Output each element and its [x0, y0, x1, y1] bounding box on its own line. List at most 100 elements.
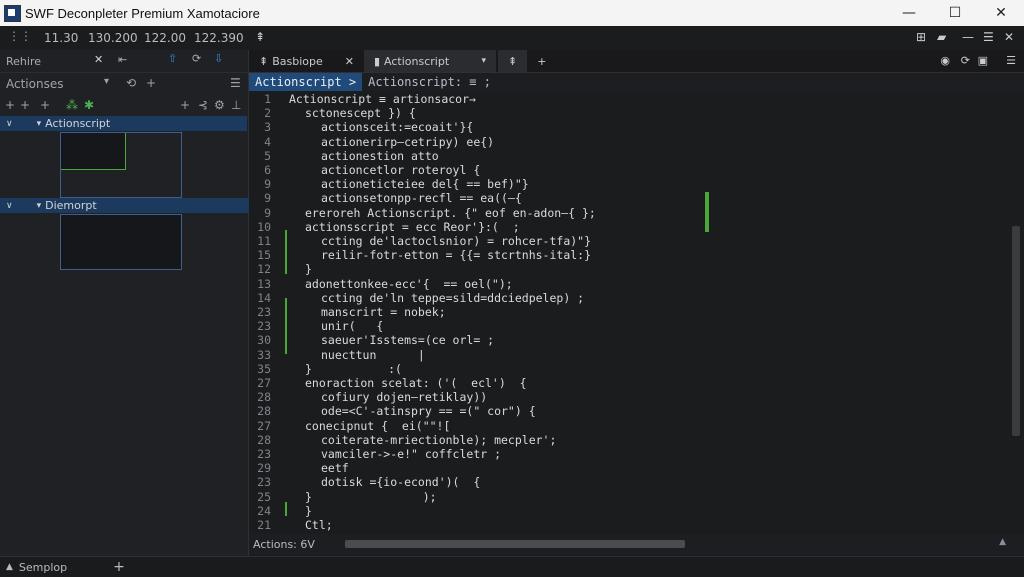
- menu-icon[interactable]: ☰: [1006, 54, 1016, 67]
- breadcrumb-item-actionscript[interactable]: Actionscript >: [249, 73, 363, 91]
- code-line[interactable]: nuecttun |: [321, 348, 425, 362]
- code-line[interactable]: ode=<C'-atinspry == =(" cor") {: [321, 404, 536, 418]
- code-line[interactable]: actionerirp—cetripy) ee{): [321, 135, 494, 149]
- split-icon[interactable]: ⊰: [198, 98, 208, 112]
- code-line[interactable]: ccting de'ln teppe=sild=ddciedpelep) ;: [321, 291, 584, 305]
- grid-icon[interactable]: ⋮⋮: [8, 29, 32, 43]
- save-icon[interactable]: ▣: [978, 54, 988, 67]
- close-icon[interactable]: ✕: [94, 53, 103, 66]
- list-icon[interactable]: ☰: [230, 76, 241, 90]
- download-icon[interactable]: ⇩: [214, 52, 223, 65]
- code-line[interactable]: }: [305, 262, 312, 276]
- tree-item-diemorpt[interactable]: ∨ ▾ Diemorpt: [0, 198, 253, 213]
- tree-item-actionscript[interactable]: ∨ ▾ Actionscript: [0, 116, 247, 131]
- code-line[interactable]: }: [305, 504, 312, 518]
- vertical-scrollbar[interactable]: [1012, 226, 1020, 436]
- trash-icon[interactable]: ⊥: [231, 98, 241, 112]
- line-number: 3: [264, 120, 271, 135]
- maximize-button[interactable]: ☐: [932, 0, 978, 26]
- code-line[interactable]: actionsscript = ecc Reor'}:( ;: [305, 220, 520, 234]
- resize-icon[interactable]: ▲: [999, 537, 1006, 547]
- menu-icon[interactable]: ☰: [983, 30, 994, 44]
- line-number: 15: [257, 248, 271, 263]
- breadcrumb-item-current[interactable]: Actionscript: ≡ ;: [368, 75, 491, 89]
- add-icon[interactable]: +: [146, 76, 156, 90]
- eye-icon[interactable]: ◉: [940, 54, 950, 67]
- code-line[interactable]: coiterate-mriectionble); mecpler';: [321, 433, 556, 447]
- code-line[interactable]: sctonescept }) {: [305, 106, 416, 120]
- code-line[interactable]: saeuer'Isstems=(ce orl= ;: [321, 333, 494, 347]
- line-number: 14: [257, 290, 271, 305]
- add-child-icon[interactable]: +: [20, 98, 30, 112]
- code-line[interactable]: enoraction scelat: ('( ecl') {: [305, 376, 527, 390]
- line-number: 1: [264, 92, 271, 106]
- line-number: 12: [257, 262, 271, 277]
- code-line[interactable]: dotisk ={io-econd')( {: [321, 475, 480, 489]
- chevron-down-icon[interactable]: ∨: [6, 201, 13, 211]
- minus-icon[interactable]: —: [962, 30, 974, 44]
- code-line[interactable]: actionsetonpp-recfl == ea((—{: [321, 191, 522, 205]
- code-line[interactable]: adonettonkee-ecc'{ == oel(");: [305, 277, 513, 291]
- add-item-icon[interactable]: +: [5, 98, 15, 112]
- pin-icon: ⇞: [259, 54, 269, 68]
- code-line[interactable]: manscrirt = nobek;: [321, 305, 446, 319]
- refresh-icon[interactable]: ⟳: [961, 54, 970, 67]
- back-icon[interactable]: ⇤: [118, 53, 127, 66]
- code-line[interactable]: actioncetlor roteroyl {: [321, 163, 480, 177]
- code-line[interactable]: conecipnut { ei(""![: [305, 419, 450, 433]
- line-number: 21: [257, 518, 271, 532]
- code-line[interactable]: unir( {: [321, 319, 383, 333]
- close-button[interactable]: ✕: [978, 0, 1024, 26]
- actionscript-preview[interactable]: [60, 132, 182, 198]
- line-number: 2: [264, 106, 271, 121]
- code-line[interactable]: Actionscript ≡ artionsacor→: [289, 92, 476, 106]
- code-line[interactable]: reilir-fotr-etton = {{= stcrtnhs-ital:}: [321, 248, 591, 262]
- chat-icon[interactable]: ▰: [937, 30, 946, 44]
- close-icon[interactable]: ✕: [345, 55, 354, 68]
- chevron-down-icon[interactable]: ∨: [6, 119, 13, 129]
- add-tab-button[interactable]: +: [113, 559, 125, 575]
- diemorpt-preview[interactable]: [60, 214, 182, 270]
- code-line[interactable]: actioneticteiee del{ == bef)"}: [321, 177, 529, 191]
- pin-icon: ⇞: [507, 54, 518, 68]
- chevron-down-icon[interactable]: ▾: [104, 76, 109, 87]
- left-panel-tab[interactable]: Rehire: [6, 55, 41, 68]
- settings-icon[interactable]: ⚙: [214, 98, 225, 112]
- chevron-down-icon[interactable]: ▾: [481, 56, 486, 66]
- line-number: 27: [257, 376, 271, 390]
- status-label[interactable]: Semplop: [19, 561, 67, 574]
- code-line[interactable]: ereroreh Actionscript. {" eof en-adon—{ …: [305, 206, 596, 220]
- left-panel-section: Actionses ▾ ⟲ + ☰: [0, 73, 248, 95]
- plus-icon[interactable]: +: [180, 98, 190, 112]
- code-line[interactable]: eetf: [321, 461, 349, 475]
- new-tab-button[interactable]: +: [527, 50, 556, 72]
- code-line[interactable]: Ctl;: [305, 518, 333, 532]
- change-marker: [285, 298, 287, 354]
- horizontal-scrollbar[interactable]: [345, 540, 685, 548]
- layout-icon[interactable]: ⊞: [916, 30, 926, 44]
- up-arrow-icon[interactable]: ⇧: [168, 52, 177, 65]
- code-line[interactable]: actionsceit:=ecoait'}{: [321, 120, 473, 134]
- refresh-icon[interactable]: ⟳: [192, 52, 201, 65]
- tab-actionscript[interactable]: ▮ Actionscript ▾: [363, 50, 496, 72]
- code-area[interactable]: 1 Actionscript ≡ artionsacor→ 2 sctonescept…: [249, 90, 1024, 532]
- code-line[interactable]: } :(: [305, 362, 402, 376]
- tab-basbiope[interactable]: ⇞ Basbiope ✕: [249, 50, 364, 72]
- add-icon: +: [537, 54, 547, 68]
- pin-icon[interactable]: ⇞: [255, 30, 265, 44]
- code-line[interactable]: actionestion atto: [321, 149, 439, 163]
- code-line[interactable]: ccting de'lactoclsnior) = rohcer-tfa)"}: [321, 234, 591, 248]
- move-icon[interactable]: +: [40, 98, 50, 112]
- left-panel: Rehire ✕ ⇤ ⇧ ⟳ ⇩ Actionses ▾ ⟲ + ☰ + + +…: [0, 50, 253, 556]
- top-toolbar: ⋮⋮ 11.30 130.200 122.00 122.390 ⇞ ⊞ ▰ — …: [0, 26, 1024, 51]
- code-line[interactable]: } );: [305, 490, 437, 504]
- close-panel-icon[interactable]: ✕: [1004, 30, 1014, 44]
- minimize-button[interactable]: —: [886, 0, 932, 26]
- code-line[interactable]: vamciler->-e!" coffcletr ;: [321, 447, 501, 461]
- link-icon[interactable]: ⟲: [126, 76, 136, 90]
- pin-tab-button[interactable]: ⇞: [497, 50, 528, 72]
- editor-status-label: Actions: 6V: [253, 537, 315, 551]
- green-bug-icon[interactable]: ✱: [84, 98, 94, 112]
- code-line[interactable]: cofiury dojen—retiklay)): [321, 390, 487, 404]
- green-add-icon[interactable]: ⁂: [66, 98, 78, 112]
